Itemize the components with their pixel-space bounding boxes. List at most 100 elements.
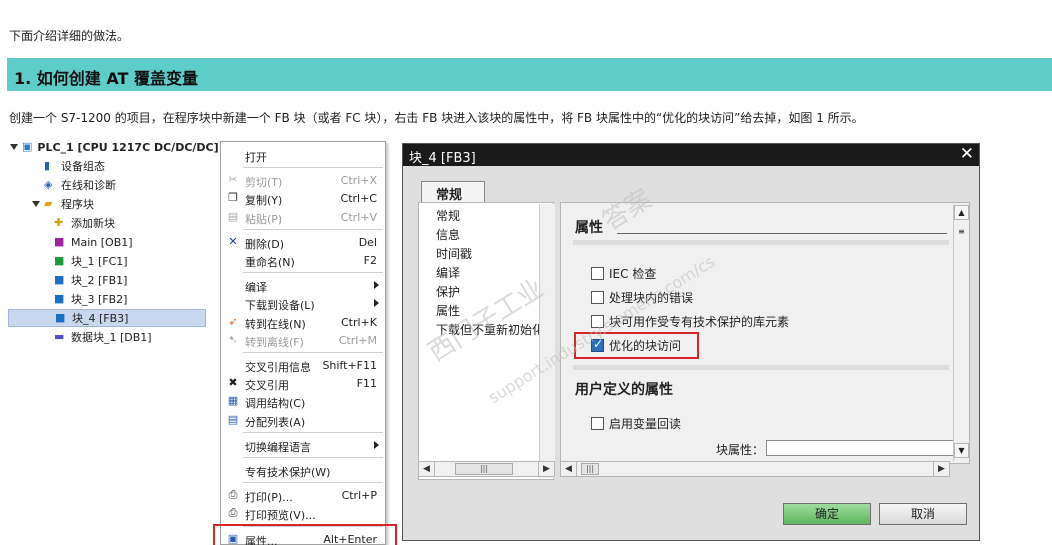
tree-item[interactable]: ■ 块_2 [FB1] <box>8 271 206 289</box>
tree-item-label: 块_3 [FB2] <box>71 293 128 306</box>
menu-item-label: 分配列表(A) <box>245 415 306 429</box>
ok-button[interactable]: 确定 <box>783 503 871 525</box>
fb-block-icon: ■ <box>54 292 65 305</box>
checkbox-box[interactable] <box>591 417 604 430</box>
tree-item-label: 块_1 [FC1] <box>71 255 128 268</box>
menu-separator <box>243 482 383 484</box>
checkbox-option[interactable]: 处理块内的错误 <box>591 289 693 306</box>
menu-item[interactable]: ✕ 删除(D) Del <box>221 233 385 251</box>
submenu-arrow-icon <box>374 299 379 308</box>
checkbox-option[interactable]: IEC 检查 <box>591 265 656 282</box>
menu-item-label: 交叉引用信息 <box>245 361 311 374</box>
menu-item[interactable]: 下载到设备(L) <box>221 294 385 312</box>
menu-shortcut: Ctrl+P <box>341 489 377 503</box>
menu-item[interactable]: ▤ 粘贴(P) Ctrl+V <box>221 208 385 226</box>
dialog-title: 块_4 [FB3] <box>409 151 476 166</box>
menu-item[interactable]: ➷ 转到离线(F) Ctrl+M <box>221 331 385 349</box>
tree-item[interactable]: ■ 块_4 [FB3] <box>8 309 206 327</box>
tree-item[interactable]: ■ 块_1 [FC1] <box>8 252 206 270</box>
tab-general-label: 常规 <box>436 188 463 203</box>
tree-item[interactable]: ▣ PLC_1 [CPU 1217C DC/DC/DC] <box>8 138 219 156</box>
tree-item-label: 程序块 <box>61 198 94 211</box>
menu-separator <box>243 352 383 353</box>
menu-item[interactable]: 重命名(N) F2 <box>221 251 385 269</box>
menu-item[interactable]: ▦ 调用结构(C) <box>221 392 385 411</box>
nav-item[interactable]: 时间戳 <box>436 245 472 262</box>
menu-item[interactable]: ➶ 转到在线(N) Ctrl+K <box>221 313 385 331</box>
nav-item[interactable]: 下载但不重新初始化 <box>436 321 544 338</box>
tree-item[interactable]: ▬ 数据块_1 [DB1] <box>8 328 206 346</box>
scroll-left-icon[interactable]: ◀ <box>419 462 435 476</box>
tree-item-label: 添加新块 <box>71 217 115 230</box>
scroll-thumb[interactable]: ||| <box>455 463 513 475</box>
scroll-right-icon[interactable]: ▶ <box>933 462 949 476</box>
menu-item[interactable]: ⎙ 打印预览(V)... <box>221 504 385 523</box>
expand-arrow-icon[interactable] <box>10 144 18 150</box>
properties-vertical-scrollbar[interactable]: ▲ ≡ ▼ <box>953 205 969 461</box>
scroll-thumb[interactable]: ||| <box>581 463 599 475</box>
description-paragraph: 创建一个 S7-1200 的项目，在程序块中新建一个 FB 块（或者 FC 块）… <box>9 111 864 125</box>
dialog-titlebar: 块_4 [FB3] ✕ <box>403 144 979 166</box>
section-title-user-attributes: 用户定义的属性 <box>575 382 673 398</box>
cancel-button[interactable]: 取消 <box>879 503 967 525</box>
db-block-icon: ▬ <box>54 330 65 343</box>
menu-item[interactable]: ▤ 分配列表(A) <box>221 411 385 429</box>
menu-item-label: 转到离线(F) <box>245 335 304 349</box>
block-attribute-input[interactable] <box>766 440 966 456</box>
menu-item[interactable]: 编译 <box>221 276 385 294</box>
scroll-right-icon[interactable]: ▶ <box>538 462 554 476</box>
checkbox-box[interactable] <box>591 291 604 304</box>
menu-item[interactable]: ✂ 剪切(T) Ctrl+X <box>221 171 385 190</box>
expand-arrow-icon[interactable] <box>32 201 40 207</box>
menu-item[interactable]: ⎙ 打印(P)... Ctrl+P <box>221 486 385 505</box>
properties-horizontal-scrollbar[interactable]: ◀ ||| ▶ <box>560 461 950 477</box>
nav-horizontal-scrollbar[interactable]: ◀ ||| ▶ <box>418 461 555 477</box>
nav-item[interactable]: 属性 <box>436 302 460 319</box>
checkbox-option[interactable]: 块可用作受专有技术保护的库元素 <box>591 313 789 330</box>
section-heading-bar: 1. 如何创建 AT 覆盖变量 <box>7 58 1052 91</box>
menu-item[interactable]: 打开 <box>221 146 385 164</box>
scroll-down-icon[interactable]: ▼ <box>954 443 969 458</box>
menu-item-label: 打印(P)... <box>245 491 293 505</box>
tree-item[interactable]: ✚ 添加新块 <box>8 214 206 232</box>
menu-shortcut: F11 <box>356 377 377 391</box>
properties-panel: 属性 IEC 检查处理块内的错误块可用作受专有技术保护的库元素优化的块访问 用户… <box>560 202 970 464</box>
tree-item[interactable]: ▮ 设备组态 <box>8 157 206 175</box>
menu-item-label: 打开 <box>245 151 267 164</box>
nav-vertical-scrollbar[interactable] <box>539 204 555 478</box>
menu-item-label: 下载到设备(L) <box>245 299 315 313</box>
nav-item[interactable]: 常规 <box>436 207 460 224</box>
checkbox-label: IEC 检查 <box>609 267 657 281</box>
tree-item-label: 设备组态 <box>61 160 105 173</box>
close-icon[interactable]: ✕ <box>960 144 974 164</box>
property-nav-list: 常规信息时间戳编译保护属性下载但不重新初始化 <box>418 202 554 480</box>
checkbox-enable-readback[interactable]: 启用变量回读 <box>591 415 681 432</box>
scroll-up-icon[interactable]: ▲ <box>954 205 969 220</box>
menu-item[interactable]: 交叉引用信息 Shift+F11 <box>221 356 385 374</box>
tree-item[interactable]: ◈ 在线和诊断 <box>8 176 206 194</box>
menu-item[interactable]: ❐ 复制(Y) Ctrl+C <box>221 189 385 208</box>
scroll-grip-icon[interactable]: ≡ <box>954 225 969 240</box>
scroll-left-icon[interactable]: ◀ <box>561 462 577 476</box>
nav-item[interactable]: 信息 <box>436 226 460 243</box>
checkbox-box[interactable] <box>591 267 604 280</box>
go-offline-icon: ➷ <box>228 332 238 346</box>
nav-item[interactable]: 编译 <box>436 264 460 281</box>
menu-item[interactable]: 专有技术保护(W) <box>221 461 385 479</box>
context-menu: 打开 ✂ 剪切(T) Ctrl+X ❐ 复制(Y) Ctrl+C ▤ 粘贴(P) Ctrl+V ✕ 删… <box>213 141 397 545</box>
checkbox-box[interactable] <box>591 315 604 328</box>
tab-general[interactable]: 常规 <box>421 181 485 203</box>
nav-item[interactable]: 保护 <box>436 283 460 300</box>
menu-item[interactable]: ✖ 交叉引用 F11 <box>221 374 385 393</box>
fb-block-icon: ■ <box>55 311 66 324</box>
menu-shortcut: Shift+F11 <box>322 359 377 372</box>
submenu-arrow-icon <box>374 281 379 290</box>
tree-item[interactable]: ■ Main [OB1] <box>8 233 206 251</box>
menu-item[interactable]: 切换编程语言 <box>221 436 385 454</box>
tree-item[interactable]: ▰ 程序块 <box>8 195 206 213</box>
menu-shortcut: F2 <box>363 254 377 267</box>
fc-block-icon: ■ <box>54 254 65 267</box>
tree-item-label: 数据块_1 [DB1] <box>71 331 152 344</box>
tree-item[interactable]: ■ 块_3 [FB2] <box>8 290 206 308</box>
checkbox-label: 处理块内的错误 <box>609 291 694 305</box>
